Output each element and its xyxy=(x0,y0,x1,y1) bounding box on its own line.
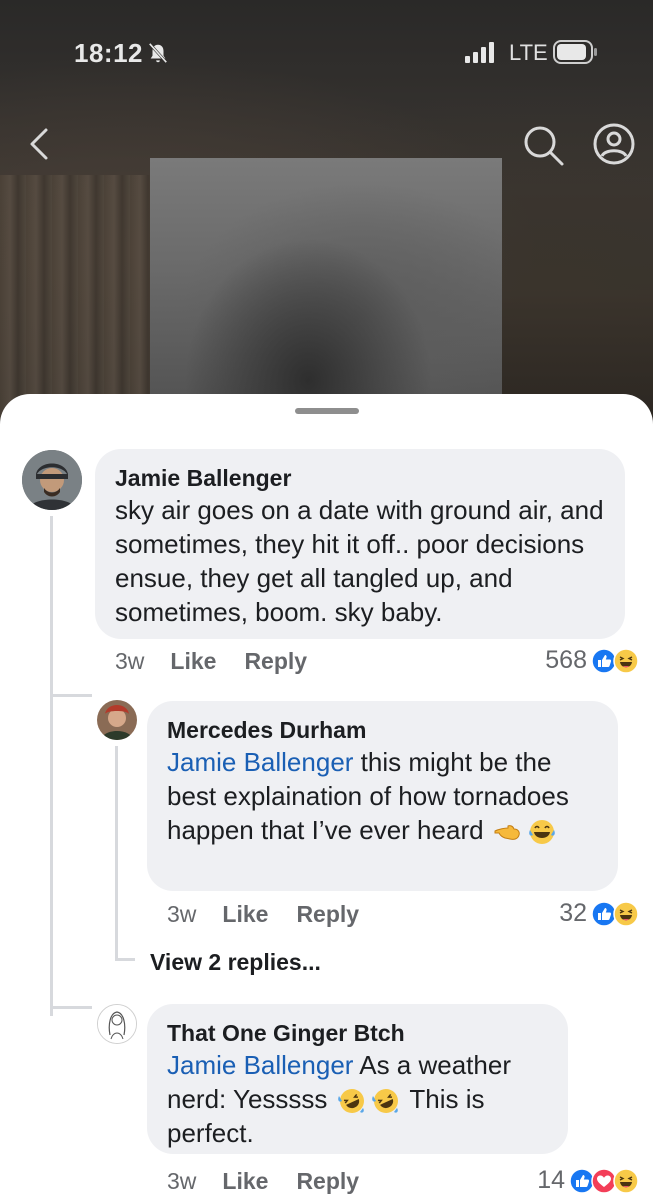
reply-button[interactable]: Reply xyxy=(296,901,359,928)
haha-reaction-icon xyxy=(613,1167,639,1194)
thread-branch xyxy=(50,694,92,697)
network-type: LTE xyxy=(509,40,548,65)
like-button[interactable]: Like xyxy=(222,1168,268,1195)
comment-text: sky air goes on a date with ground air, … xyxy=(115,495,604,627)
reaction-summary[interactable]: 32 xyxy=(559,899,639,928)
comment-actions: 3w Like Reply xyxy=(167,901,387,928)
avatar[interactable] xyxy=(97,700,137,740)
reaction-summary[interactable]: 14 xyxy=(537,1166,639,1195)
comment-text: Jamie Ballenger this might be the best e… xyxy=(167,745,598,847)
status-time: 18:12 xyxy=(74,38,143,68)
reaction-count: 32 xyxy=(559,899,587,927)
comments-sheet: Jamie Ballenger sky air goes on a date w… xyxy=(0,394,653,1200)
reply-button[interactable]: Reply xyxy=(244,648,307,675)
tears-of-joy-emoji xyxy=(528,820,555,845)
reaction-count: 14 xyxy=(537,1166,565,1194)
comment-text: Jamie Ballenger As a weather nerd: Yesss… xyxy=(167,1048,548,1150)
avatar[interactable] xyxy=(97,1004,137,1044)
reply-button[interactable]: Reply xyxy=(296,1168,359,1195)
search-icon[interactable] xyxy=(520,122,566,168)
reply-thread-line xyxy=(115,746,118,958)
comment-age: 3w xyxy=(115,648,145,674)
reaction-count: 568 xyxy=(545,646,587,674)
thread-line xyxy=(50,516,53,1016)
view-replies-link[interactable]: View 2 replies... xyxy=(150,949,321,976)
sheet-drag-handle[interactable] xyxy=(295,408,359,414)
mention-link[interactable]: Jamie Ballenger xyxy=(167,747,353,777)
comment-author[interactable]: Jamie Ballenger xyxy=(115,463,605,493)
mention-link[interactable]: Jamie Ballenger xyxy=(167,1050,353,1080)
rolling-laughing-emoji xyxy=(371,1089,398,1114)
pointing-hand-emoji xyxy=(494,825,520,840)
comment-author[interactable]: Mercedes Durham xyxy=(167,715,598,745)
comment-bubble[interactable]: That One Ginger Btch Jamie Ballenger As … xyxy=(147,1004,568,1154)
comment-bubble[interactable]: Mercedes Durham Jamie Ballenger this mig… xyxy=(147,701,618,891)
like-button[interactable]: Like xyxy=(170,648,216,675)
like-button[interactable]: Like xyxy=(222,901,268,928)
reaction-summary[interactable]: 568 xyxy=(545,646,639,675)
tornado-video[interactable] xyxy=(150,158,502,420)
battery-icon xyxy=(553,40,597,64)
reply-thread-branch xyxy=(115,958,135,961)
curtain xyxy=(0,175,150,420)
comment-author[interactable]: That One Ginger Btch xyxy=(167,1018,548,1048)
avatar[interactable] xyxy=(22,450,82,510)
comment-age: 3w xyxy=(167,1168,197,1194)
comment-actions: 3w Like Reply xyxy=(115,648,335,675)
profile-icon[interactable] xyxy=(592,122,636,166)
rolling-laughing-emoji xyxy=(337,1089,364,1114)
haha-reaction-icon xyxy=(613,647,639,674)
bell-muted-icon xyxy=(148,42,168,64)
back-chevron-icon[interactable] xyxy=(26,126,52,162)
comment-actions: 3w Like Reply xyxy=(167,1168,387,1195)
comment-age: 3w xyxy=(167,901,197,927)
status-bar: 18:12 LTE xyxy=(0,0,653,100)
comment-bubble[interactable]: Jamie Ballenger sky air goes on a date w… xyxy=(95,449,625,639)
haha-reaction-icon xyxy=(613,900,639,927)
signal-icon xyxy=(465,42,494,63)
thread-branch xyxy=(50,1006,92,1009)
